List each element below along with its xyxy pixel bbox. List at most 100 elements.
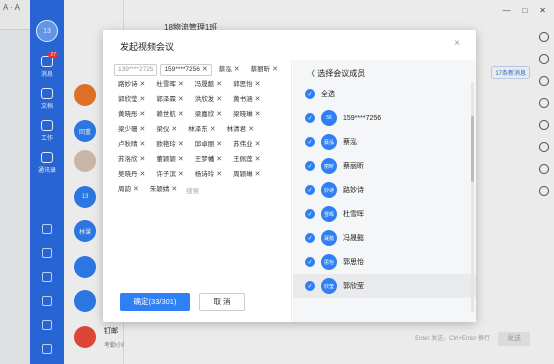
remove-chip-icon[interactable]: ✕ [255,139,261,151]
chip-label: 郭思怡 [233,81,253,88]
remove-chip-icon[interactable]: ✕ [216,94,222,106]
remove-chip-icon[interactable]: ✕ [178,139,184,151]
selected-member-chip: 梁仪 ✕ [152,124,181,136]
chip-label: 杨诗玲 [194,171,215,178]
remove-chip-icon[interactable]: ✕ [216,109,222,121]
check-icon: ✓ [305,185,315,195]
scrollbar-thumb[interactable] [471,116,474,182]
member-avatar: 雪晖 [321,206,337,222]
selected-member-chip: 赖世航 ✕ [152,109,187,121]
remove-chip-icon[interactable]: ✕ [255,109,261,121]
selected-member-chip: 苏洛欣 ✕ [114,154,149,166]
cancel-button[interactable]: 取 消 [199,293,245,311]
remove-chip-icon[interactable]: ✕ [178,169,184,181]
remove-chip-icon[interactable]: ✕ [255,169,261,181]
selected-member-chip: 邱卓丽 ✕ [191,139,226,151]
member-name: 郭欣莹 [343,283,364,290]
remove-chip-icon[interactable]: ✕ [216,154,222,166]
selected-member-chip: 郭泽霖 ✕ [152,94,187,106]
remove-chip-icon[interactable]: ✕ [248,124,254,136]
member-row[interactable]: ✓ 丽昕 蔡丽昕 [293,154,476,178]
remove-chip-icon[interactable]: ✕ [171,124,177,136]
member-name: 蔡泓 [343,139,357,146]
remove-chip-icon[interactable]: ✕ [140,109,146,121]
remove-chip-icon[interactable]: ✕ [171,184,177,196]
chip-label: 冯晟懿 [194,81,215,88]
member-row[interactable]: ✓ 蔡泓 蔡泓 [293,130,476,154]
remove-chip-icon[interactable]: ✕ [202,64,208,76]
remove-chip-icon[interactable]: ✕ [216,79,222,91]
chip-label: 许子滨 [156,171,176,178]
remove-chip-icon[interactable]: ✕ [178,94,184,106]
chip-label: 卢秋晴 [118,141,138,148]
select-all-label: 全选 [321,91,335,98]
remove-chip-icon[interactable]: ✕ [255,94,261,106]
selected-member-chip: 许子滨 ✕ [152,169,187,181]
member-name: 路妙诗 [343,187,364,194]
member-row[interactable]: ✓ 晟懿 冯晟懿 [293,226,476,250]
remove-chip-icon[interactable]: ✕ [140,154,146,166]
selected-member-chip: 欧艳玲 ✕ [152,139,187,151]
remove-chip-icon[interactable]: ✕ [234,64,240,76]
member-row[interactable]: ✓ 妙诗 路妙诗 [293,178,476,202]
remove-chip-icon[interactable]: ✕ [272,64,278,76]
chip-label: 苏伟业 [233,141,253,148]
chip-label: 梁少珊 [118,126,138,133]
confirm-button[interactable]: 确定(33/301) [120,293,190,311]
remove-chip-icon[interactable]: ✕ [133,184,139,196]
selected-member-chip: 周颖琳 ✕ [229,169,264,181]
close-icon[interactable]: × [454,38,460,49]
member-row[interactable]: ✓ 雪晖 杜雪晖 [293,202,476,226]
remove-chip-icon[interactable]: ✕ [140,79,146,91]
remove-chip-icon[interactable]: ✕ [255,154,261,166]
selected-member-chip: 周韵 ✕ [114,184,143,196]
chip-label: 林泽东 [188,126,208,133]
remove-chip-icon[interactable]: ✕ [178,154,184,166]
member-row[interactable]: ✓ 欣莹 郭欣莹 [293,274,476,298]
chip-label: 王佩莲 [233,156,253,163]
remove-chip-icon[interactable]: ✕ [255,79,261,91]
back-to-select-members[interactable]: 〈 选择会议成员 [307,68,365,79]
chip-label: 周颖琳 [233,171,253,178]
remove-chip-icon[interactable]: ✕ [216,169,222,181]
selected-member-chip: 黄书涵 ✕ [229,94,264,106]
chip-label: 杜雪晖 [156,81,176,88]
select-all-row[interactable]: ✓ 全选 [293,82,476,106]
chip-label: 路妙诗 [118,81,138,88]
remove-chip-icon[interactable]: ✕ [140,139,146,151]
chip-label: 朱颖婧 [149,186,170,193]
remove-chip-icon[interactable]: ✕ [216,139,222,151]
check-icon: ✓ [305,161,315,171]
remove-chip-icon[interactable]: ✕ [140,94,146,106]
selected-member-chip: 蔡丽昕 ✕ [247,64,282,76]
remove-chip-icon[interactable]: ✕ [178,79,184,91]
member-row[interactable]: ✓ 56 159****7256 [293,106,476,130]
chip-label: 蔡丽昕 [250,66,271,73]
remove-chip-icon[interactable]: ✕ [140,169,146,181]
selected-member-chip: 冯晟懿 ✕ [191,79,226,91]
check-icon: ✓ [305,89,315,99]
remove-chip-icon[interactable]: ✕ [140,124,146,136]
chip-label: 欧艳玲 [156,141,176,148]
member-search-input[interactable]: 搜索 [186,185,199,195]
divider [291,60,292,322]
selected-member-chip: 王佩莲 ✕ [229,154,264,166]
selected-member-chip: 郭思怡 ✕ [229,79,264,91]
chip-label: 159****7256 [164,66,200,73]
member-list: ✓ 全选 ✓ 56 159****7256 ✓ 蔡泓 蔡泓 ✓ 丽昕 蔡丽昕 ✓ 妙诗 路妙诗 ✓ 雪晖杜… [293,82,476,298]
chip-label: 黄晓彤 [118,111,138,118]
remove-chip-icon[interactable]: ✕ [178,109,184,121]
selected-member-chip: 苏伟业 ✕ [229,139,264,151]
video-meeting-dialog: 发起视频会议 × 139****2725 159****7256 ✕ 蔡泓 ✕ 蔡丽昕 ✕ 路… [103,30,476,322]
selected-member-chip: 卢秋晴 ✕ [114,139,149,151]
selected-member-chip: 林泽东 ✕ [184,124,219,136]
member-name: 159****7256 [343,114,382,122]
selected-member-chip: 蔡泓 ✕ [215,64,244,76]
chip-label: 蔡泓 [218,66,232,73]
member-row[interactable]: ✓ 思怡 郭思怡 [293,250,476,274]
chip-label: 郭欣莹 [118,96,138,103]
remove-chip-icon[interactable]: ✕ [210,124,216,136]
selected-member-chip: 梁晓琳 ✕ [229,109,264,121]
selected-member-chip: 董颖颖 ✕ [152,154,187,166]
selected-member-chip: 杜雪晖 ✕ [152,79,187,91]
